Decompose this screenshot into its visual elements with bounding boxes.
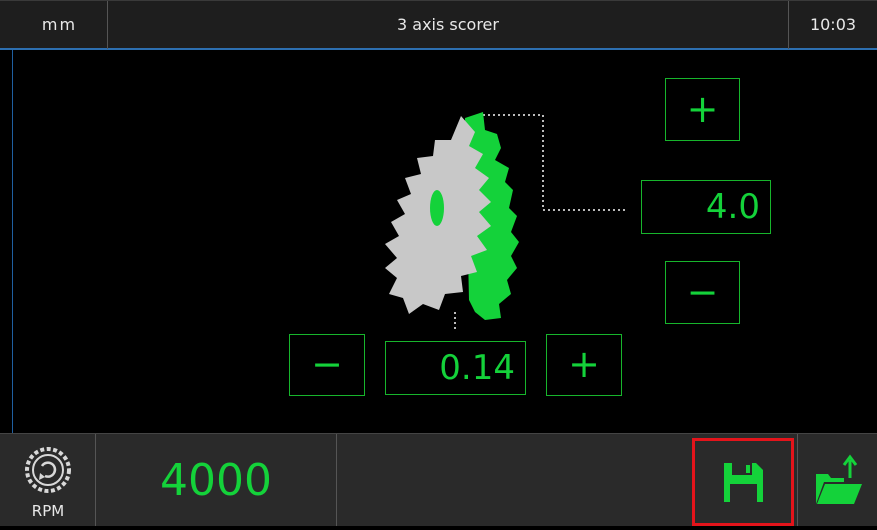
- saw-blade-speed-icon: [25, 447, 71, 493]
- save-button[interactable]: [692, 438, 794, 526]
- open-file-button[interactable]: [800, 434, 877, 526]
- horizontal-value: 0.14: [439, 348, 515, 388]
- horizontal-increase-button[interactable]: +: [546, 334, 622, 396]
- save-icon: [724, 463, 763, 502]
- minus-icon: −: [311, 342, 343, 387]
- vertical-value: 4.0: [705, 187, 760, 227]
- plus-icon: +: [568, 342, 600, 387]
- divider: [336, 434, 337, 526]
- horizontal-value-field[interactable]: 0.14: [385, 341, 526, 395]
- vertical-value-field[interactable]: 4.0: [641, 180, 771, 234]
- rpm-value: 4000: [160, 455, 272, 506]
- vertical-decrease-button[interactable]: −: [665, 261, 740, 324]
- unit-label: mm: [12, 1, 108, 49]
- clock: 10:03: [788, 1, 877, 49]
- minus-icon: −: [686, 269, 719, 314]
- page-title: 3 axis scorer: [397, 15, 499, 34]
- vertical-increase-button[interactable]: +: [665, 78, 740, 141]
- horizontal-decrease-button[interactable]: −: [289, 334, 365, 396]
- title-bar: mm 3 axis scorer 10:03: [0, 0, 877, 50]
- rpm-indicator: RPM: [12, 434, 96, 526]
- main-panel: + 4.0 − − 0.14 +: [12, 50, 877, 433]
- blade-arbor-hole-icon: [430, 190, 444, 226]
- status-bar: RPM 4000: [0, 433, 877, 526]
- divider: [797, 434, 798, 526]
- rpm-label: RPM: [31, 502, 65, 520]
- plus-icon: +: [686, 86, 719, 131]
- open-folder-icon: [816, 454, 862, 504]
